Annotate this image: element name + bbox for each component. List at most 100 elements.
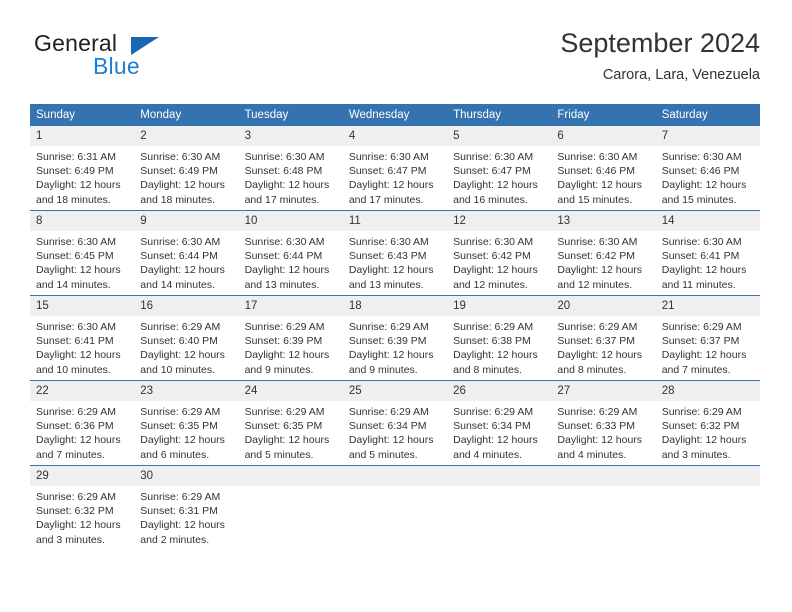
day-cell-content: 7 Sunrise: 6:30 AM Sunset: 6:46 PM Daylight… — [655, 126, 760, 210]
day-info: Sunrise: 6:29 AM Sunset: 6:32 PM Daylight:… — [30, 486, 134, 547]
calendar-day-cell[interactable]: 9 Sunrise: 6:30 AM Sunset: 6:44 PM Daylight… — [134, 210, 239, 296]
day-cell-content: 1 Sunrise: 6:31 AM Sunset: 6:49 PM Daylight… — [30, 126, 135, 210]
day-number: 1 — [30, 126, 135, 146]
daylight-line1-text: Daylight: 12 hours — [140, 434, 225, 447]
calendar-day-cell[interactable]: 25 Sunrise: 6:29 AM Sunset: 6:34 PM Dayligh… — [342, 380, 448, 466]
calendar-day-cell[interactable]: 22 Sunrise: 6:29 AM Sunset: 6:36 PM Dayligh… — [30, 380, 135, 466]
calendar-day-cell[interactable]: 29 Sunrise: 6:29 AM Sunset: 6:32 PM Dayligh… — [30, 465, 135, 550]
day-number: 12 — [447, 211, 552, 231]
calendar-day-cell[interactable]: 14 Sunrise: 6:30 AM Sunset: 6:41 PM Dayligh… — [655, 210, 760, 296]
calendar-day-cell[interactable]: 8 Sunrise: 6:30 AM Sunset: 6:45 PM Daylight… — [30, 210, 135, 296]
calendar-week-row: 1 Sunrise: 6:31 AM Sunset: 6:49 PM Daylight… — [30, 126, 760, 211]
day-cell-content: 4 Sunrise: 6:30 AM Sunset: 6:47 PM Daylight… — [342, 126, 448, 210]
sunrise-text: Sunrise: 6:29 AM — [140, 491, 221, 503]
day-info: Sunrise: 6:30 AM Sunset: 6:47 PM Daylight:… — [447, 146, 551, 207]
sunrise-text: Sunrise: 6:30 AM — [244, 151, 325, 163]
daylight-line2-text: and 15 minutes. — [661, 193, 737, 206]
calendar-day-cell[interactable]: 27 Sunrise: 6:29 AM Sunset: 6:33 PM Dayligh… — [551, 380, 656, 466]
day-number: 29 — [30, 466, 135, 486]
calendar-day-cell[interactable]: 24 Sunrise: 6:29 AM Sunset: 6:35 PM Dayligh… — [238, 380, 343, 466]
calendar-week-row: 22 Sunrise: 6:29 AM Sunset: 6:36 PM Dayligh… — [30, 380, 760, 466]
sunrise-text: Sunrise: 6:31 AM — [36, 151, 116, 163]
calendar-day-cell[interactable]: 16 Sunrise: 6:29 AM Sunset: 6:40 PM Dayligh… — [134, 295, 239, 381]
sunrise-text: Sunrise: 6:29 AM — [661, 406, 742, 418]
calendar-week-row: 29 Sunrise: 6:29 AM Sunset: 6:32 PM Dayligh… — [30, 465, 760, 550]
daylight-line1-text: Daylight: 12 hours — [453, 434, 538, 447]
day-cell-content — [238, 466, 343, 550]
sunset-text: Sunset: 6:41 PM — [661, 250, 740, 263]
daylight-line1-text: Daylight: 12 hours — [36, 519, 121, 532]
daylight-line2-text: and 9 minutes. — [348, 363, 418, 376]
calendar-day-cell[interactable]: 23 Sunrise: 6:29 AM Sunset: 6:35 PM Dayligh… — [134, 380, 239, 466]
sunrise-text: Sunrise: 6:30 AM — [348, 236, 429, 248]
sunrise-text: Sunrise: 6:29 AM — [36, 491, 116, 503]
sunrise-text: Sunrise: 6:30 AM — [140, 236, 221, 248]
calendar-day-cell[interactable] — [342, 465, 448, 550]
sunset-text: Sunset: 6:40 PM — [140, 335, 218, 348]
calendar-day-cell[interactable]: 1 Sunrise: 6:31 AM Sunset: 6:49 PM Daylight… — [30, 126, 135, 211]
calendar-day-cell[interactable]: 7 Sunrise: 6:30 AM Sunset: 6:46 PM Daylight… — [655, 126, 760, 211]
day-number — [447, 466, 552, 486]
calendar-day-cell[interactable]: 4 Sunrise: 6:30 AM Sunset: 6:47 PM Daylight… — [342, 126, 448, 211]
day-number: 2 — [134, 126, 239, 146]
sunrise-text: Sunrise: 6:29 AM — [348, 406, 429, 418]
calendar-day-cell[interactable]: 6 Sunrise: 6:30 AM Sunset: 6:46 PM Daylight… — [551, 126, 656, 211]
daylight-line2-text: and 3 minutes. — [661, 448, 731, 461]
sunset-text: Sunset: 6:34 PM — [453, 420, 531, 433]
sunrise-text: Sunrise: 6:29 AM — [348, 321, 429, 333]
daylight-line1-text: Daylight: 12 hours — [244, 264, 330, 277]
calendar-week-row: 8 Sunrise: 6:30 AM Sunset: 6:45 PM Daylight… — [30, 210, 760, 296]
day-info: Sunrise: 6:29 AM Sunset: 6:39 PM Daylight:… — [239, 316, 343, 377]
day-number: 13 — [551, 211, 656, 231]
day-number: 15 — [30, 296, 135, 316]
calendar-week-row: 15 Sunrise: 6:30 AM Sunset: 6:41 PM Dayligh… — [30, 295, 760, 381]
calendar-day-cell[interactable]: 20 Sunrise: 6:29 AM Sunset: 6:37 PM Dayligh… — [551, 295, 656, 381]
day-cell-content: 15 Sunrise: 6:30 AM Sunset: 6:41 PM Dayligh… — [30, 296, 135, 380]
calendar-day-cell[interactable]: 18 Sunrise: 6:29 AM Sunset: 6:39 PM Dayligh… — [342, 295, 448, 381]
calendar-day-cell[interactable]: 30 Sunrise: 6:29 AM Sunset: 6:31 PM Dayligh… — [134, 465, 239, 550]
calendar-day-cell[interactable]: 2 Sunrise: 6:30 AM Sunset: 6:49 PM Daylight… — [134, 126, 239, 211]
sunrise-text: Sunrise: 6:30 AM — [36, 236, 116, 248]
daylight-line2-text: and 2 minutes. — [140, 533, 210, 546]
weekday-header-sunday: Sunday — [30, 104, 135, 126]
calendar-day-cell[interactable]: 26 Sunrise: 6:29 AM Sunset: 6:34 PM Dayligh… — [447, 380, 552, 466]
day-info: Sunrise: 6:29 AM Sunset: 6:37 PM Daylight:… — [656, 316, 760, 377]
day-cell-content: 9 Sunrise: 6:30 AM Sunset: 6:44 PM Daylight… — [134, 211, 239, 295]
calendar-day-cell[interactable] — [655, 465, 760, 550]
day-number: 24 — [238, 381, 343, 401]
calendar-day-cell[interactable]: 10 Sunrise: 6:30 AM Sunset: 6:44 PM Dayligh… — [238, 210, 343, 296]
calendar-day-cell[interactable]: 13 Sunrise: 6:30 AM Sunset: 6:42 PM Dayligh… — [551, 210, 656, 296]
day-cell-content: 2 Sunrise: 6:30 AM Sunset: 6:49 PM Daylight… — [134, 126, 239, 210]
daylight-line2-text: and 3 minutes. — [36, 533, 105, 546]
calendar-day-cell[interactable]: 28 Sunrise: 6:29 AM Sunset: 6:32 PM Dayligh… — [655, 380, 760, 466]
calendar-day-cell[interactable] — [447, 465, 552, 550]
calendar-day-cell[interactable]: 11 Sunrise: 6:30 AM Sunset: 6:43 PM Dayligh… — [342, 210, 448, 296]
day-cell-content — [551, 466, 656, 550]
sunrise-text: Sunrise: 6:30 AM — [453, 236, 534, 248]
daylight-line2-text: and 4 minutes. — [557, 448, 627, 461]
day-cell-content: 28 Sunrise: 6:29 AM Sunset: 6:32 PM Dayligh… — [655, 381, 760, 465]
daylight-line2-text: and 12 minutes. — [453, 278, 528, 291]
calendar-day-cell[interactable] — [551, 465, 656, 550]
daylight-line2-text: and 17 minutes. — [348, 193, 424, 206]
calendar-day-cell[interactable]: 5 Sunrise: 6:30 AM Sunset: 6:47 PM Daylight… — [447, 126, 552, 211]
day-cell-content: 8 Sunrise: 6:30 AM Sunset: 6:45 PM Daylight… — [30, 211, 135, 295]
brand-logo[interactable]: General Blue — [34, 30, 204, 86]
calendar-day-cell[interactable] — [238, 465, 343, 550]
day-cell-content: 6 Sunrise: 6:30 AM Sunset: 6:46 PM Daylight… — [551, 126, 656, 210]
day-info: Sunrise: 6:29 AM Sunset: 6:34 PM Daylight:… — [447, 401, 551, 462]
calendar-day-cell[interactable]: 15 Sunrise: 6:30 AM Sunset: 6:41 PM Dayligh… — [30, 295, 135, 381]
calendar-day-cell[interactable]: 19 Sunrise: 6:29 AM Sunset: 6:38 PM Dayligh… — [447, 295, 552, 381]
daylight-line1-text: Daylight: 12 hours — [557, 179, 643, 192]
day-cell-content: 30 Sunrise: 6:29 AM Sunset: 6:31 PM Dayligh… — [134, 466, 239, 550]
calendar-day-cell[interactable]: 21 Sunrise: 6:29 AM Sunset: 6:37 PM Dayligh… — [655, 295, 760, 381]
calendar-day-cell[interactable]: 17 Sunrise: 6:29 AM Sunset: 6:39 PM Dayligh… — [238, 295, 343, 381]
day-cell-content — [447, 466, 552, 550]
day-cell-content: 22 Sunrise: 6:29 AM Sunset: 6:36 PM Dayligh… — [30, 381, 135, 465]
day-cell-content: 27 Sunrise: 6:29 AM Sunset: 6:33 PM Dayligh… — [551, 381, 656, 465]
calendar-day-cell[interactable]: 12 Sunrise: 6:30 AM Sunset: 6:42 PM Dayligh… — [447, 210, 552, 296]
calendar-day-cell[interactable]: 3 Sunrise: 6:30 AM Sunset: 6:48 PM Daylight… — [238, 126, 343, 211]
daylight-line1-text: Daylight: 12 hours — [453, 264, 538, 277]
day-number — [342, 466, 448, 486]
daylight-line2-text: and 14 minutes. — [36, 278, 111, 291]
